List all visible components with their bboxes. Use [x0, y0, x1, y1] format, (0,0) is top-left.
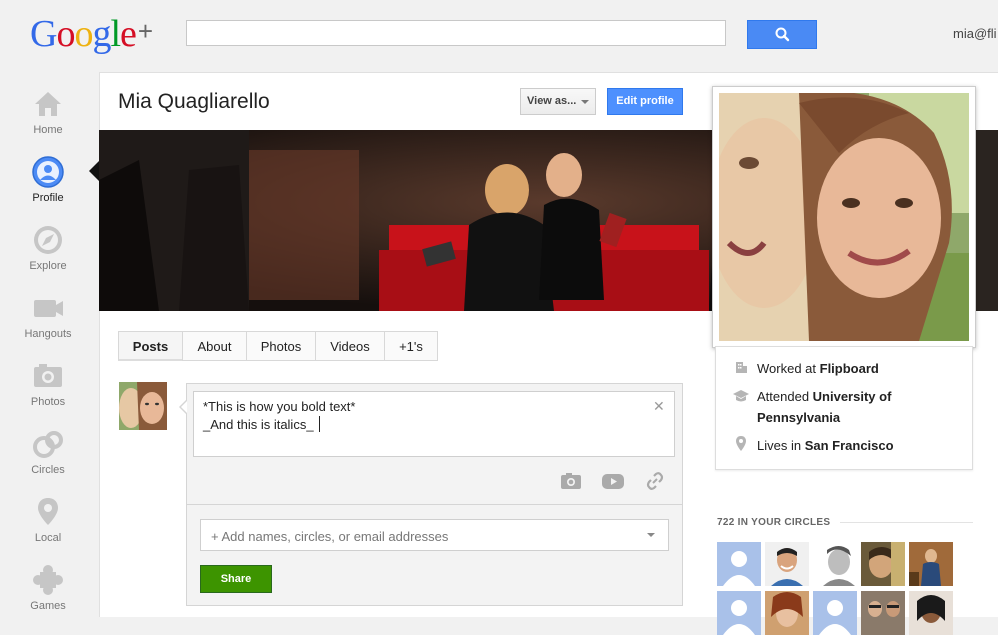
- education-link-cont[interactable]: Pennsylvania: [757, 410, 840, 425]
- circle-member-avatar[interactable]: [813, 591, 857, 635]
- tab-photos[interactable]: Photos: [246, 331, 316, 361]
- education-info-cont: Pennsylvania: [757, 407, 840, 428]
- circle-member-avatar[interactable]: [813, 542, 857, 586]
- building-icon: [736, 362, 747, 373]
- chevron-down-icon[interactable]: [647, 533, 655, 537]
- avatar-image: [119, 382, 167, 430]
- tab-posts[interactable]: Posts: [118, 331, 183, 361]
- sidebar-item-label: Profile: [32, 192, 64, 204]
- compass-icon: [34, 226, 62, 254]
- sidebar-item-circles[interactable]: Circles: [0, 427, 96, 476]
- sidebar-item-label: Photos: [30, 396, 66, 408]
- tab-plus-ones[interactable]: +1's: [384, 331, 438, 361]
- circle-member-avatar[interactable]: [909, 591, 953, 635]
- sidebar-item-label: Home: [33, 124, 63, 136]
- recipients-input[interactable]: + Add names, circles, or email addresses: [200, 519, 669, 551]
- photo-icon: [34, 364, 62, 387]
- sidebar-item-label: Local: [34, 532, 62, 544]
- member-photo: [765, 542, 809, 586]
- tab-videos[interactable]: Videos: [315, 331, 385, 361]
- location-pin-icon: [736, 436, 746, 451]
- profile-photo[interactable]: [712, 86, 976, 348]
- member-photo: [813, 542, 857, 586]
- pin-icon: [38, 498, 58, 525]
- sidebar-item-photos[interactable]: Photos: [0, 359, 96, 408]
- default-avatar-icon: [717, 591, 761, 635]
- logo-letter: o: [56, 13, 75, 55]
- add-link-icon[interactable]: [645, 471, 665, 491]
- profile-name: Mia Quagliarello: [118, 90, 270, 113]
- search-icon: [775, 27, 790, 42]
- work-prefix: Worked at: [757, 361, 820, 376]
- education-link[interactable]: University of: [813, 389, 892, 404]
- graduation-cap-icon: [733, 390, 749, 402]
- logo-letter: g: [92, 13, 111, 55]
- divider: [187, 504, 682, 505]
- sidebar-item-label: Games: [30, 600, 66, 612]
- sidebar-item-games[interactable]: Games: [0, 563, 96, 612]
- sidebar-item-hangouts[interactable]: Hangouts: [0, 291, 96, 340]
- circle-member-avatar[interactable]: [765, 591, 809, 635]
- sidebar-item-home[interactable]: Home: [0, 87, 96, 136]
- logo-letter: l: [110, 13, 121, 55]
- member-photo: [765, 591, 809, 635]
- profile-photo-image: [719, 93, 969, 341]
- avatar[interactable]: [119, 382, 167, 430]
- divider: [840, 522, 973, 523]
- circles-heading[interactable]: 722 IN YOUR CIRCLES: [717, 517, 830, 528]
- education-prefix: Attended: [757, 389, 813, 404]
- member-photo: [861, 591, 905, 635]
- education-info: Attended University of: [757, 386, 891, 407]
- logo-letter: o: [74, 13, 93, 55]
- close-icon[interactable]: ✕: [653, 398, 665, 415]
- post-text-line: _And this is italics_: [203, 417, 314, 432]
- default-avatar-icon: [717, 542, 761, 586]
- sidebar-item-local[interactable]: Local: [0, 495, 96, 544]
- profile-icon: [32, 156, 64, 188]
- add-video-icon[interactable]: [600, 471, 626, 491]
- work-link[interactable]: Flipboard: [820, 361, 879, 376]
- text-cursor: [319, 416, 320, 432]
- circle-member-avatar[interactable]: [717, 542, 761, 586]
- add-photo-icon[interactable]: [559, 471, 583, 491]
- location-prefix: Lives in: [757, 438, 805, 453]
- view-as-button[interactable]: View as...: [520, 88, 596, 115]
- sidebar-item-label: Explore: [29, 260, 67, 272]
- location-link[interactable]: San Francisco: [805, 438, 894, 453]
- circle-member-avatar[interactable]: [861, 542, 905, 586]
- search-button[interactable]: [747, 20, 817, 49]
- sidebar-item-label: Circles: [31, 464, 65, 476]
- member-photo: [909, 591, 953, 635]
- sidebar-item-label: Hangouts: [24, 328, 72, 340]
- location-info: Lives in San Francisco: [757, 435, 894, 456]
- work-info: Worked at Flipboard: [757, 358, 879, 379]
- member-photo: [909, 542, 953, 586]
- google-plus-logo[interactable]: Google+: [30, 12, 153, 56]
- tab-about[interactable]: About: [182, 331, 247, 361]
- search-input[interactable]: [186, 20, 726, 46]
- circle-member-avatar[interactable]: [861, 591, 905, 635]
- sidebar-item-profile[interactable]: Profile: [0, 155, 96, 204]
- sidebar-item-explore[interactable]: Explore: [0, 223, 96, 272]
- circle-member-avatar[interactable]: [909, 542, 953, 586]
- circle-member-avatar[interactable]: [717, 591, 761, 635]
- puzzle-icon: [33, 565, 63, 595]
- share-box-pointer-inner: [181, 401, 187, 413]
- logo-plus: +: [137, 16, 153, 46]
- logo-letter: G: [30, 13, 57, 55]
- logo-letter: e: [120, 13, 137, 55]
- camera-icon: [34, 300, 63, 317]
- home-icon: [35, 92, 61, 116]
- circle-member-avatar[interactable]: [765, 542, 809, 586]
- member-photo: [861, 542, 905, 586]
- post-text-line: *This is how you bold text*: [203, 399, 356, 414]
- circles-icon: [33, 431, 63, 458]
- user-email-link[interactable]: mia@fli: [953, 26, 997, 41]
- edit-profile-button[interactable]: Edit profile: [607, 88, 683, 115]
- share-button[interactable]: Share: [200, 565, 272, 593]
- default-avatar-icon: [813, 591, 857, 635]
- chevron-down-icon: [581, 100, 589, 104]
- view-as-label: View as...: [527, 95, 577, 107]
